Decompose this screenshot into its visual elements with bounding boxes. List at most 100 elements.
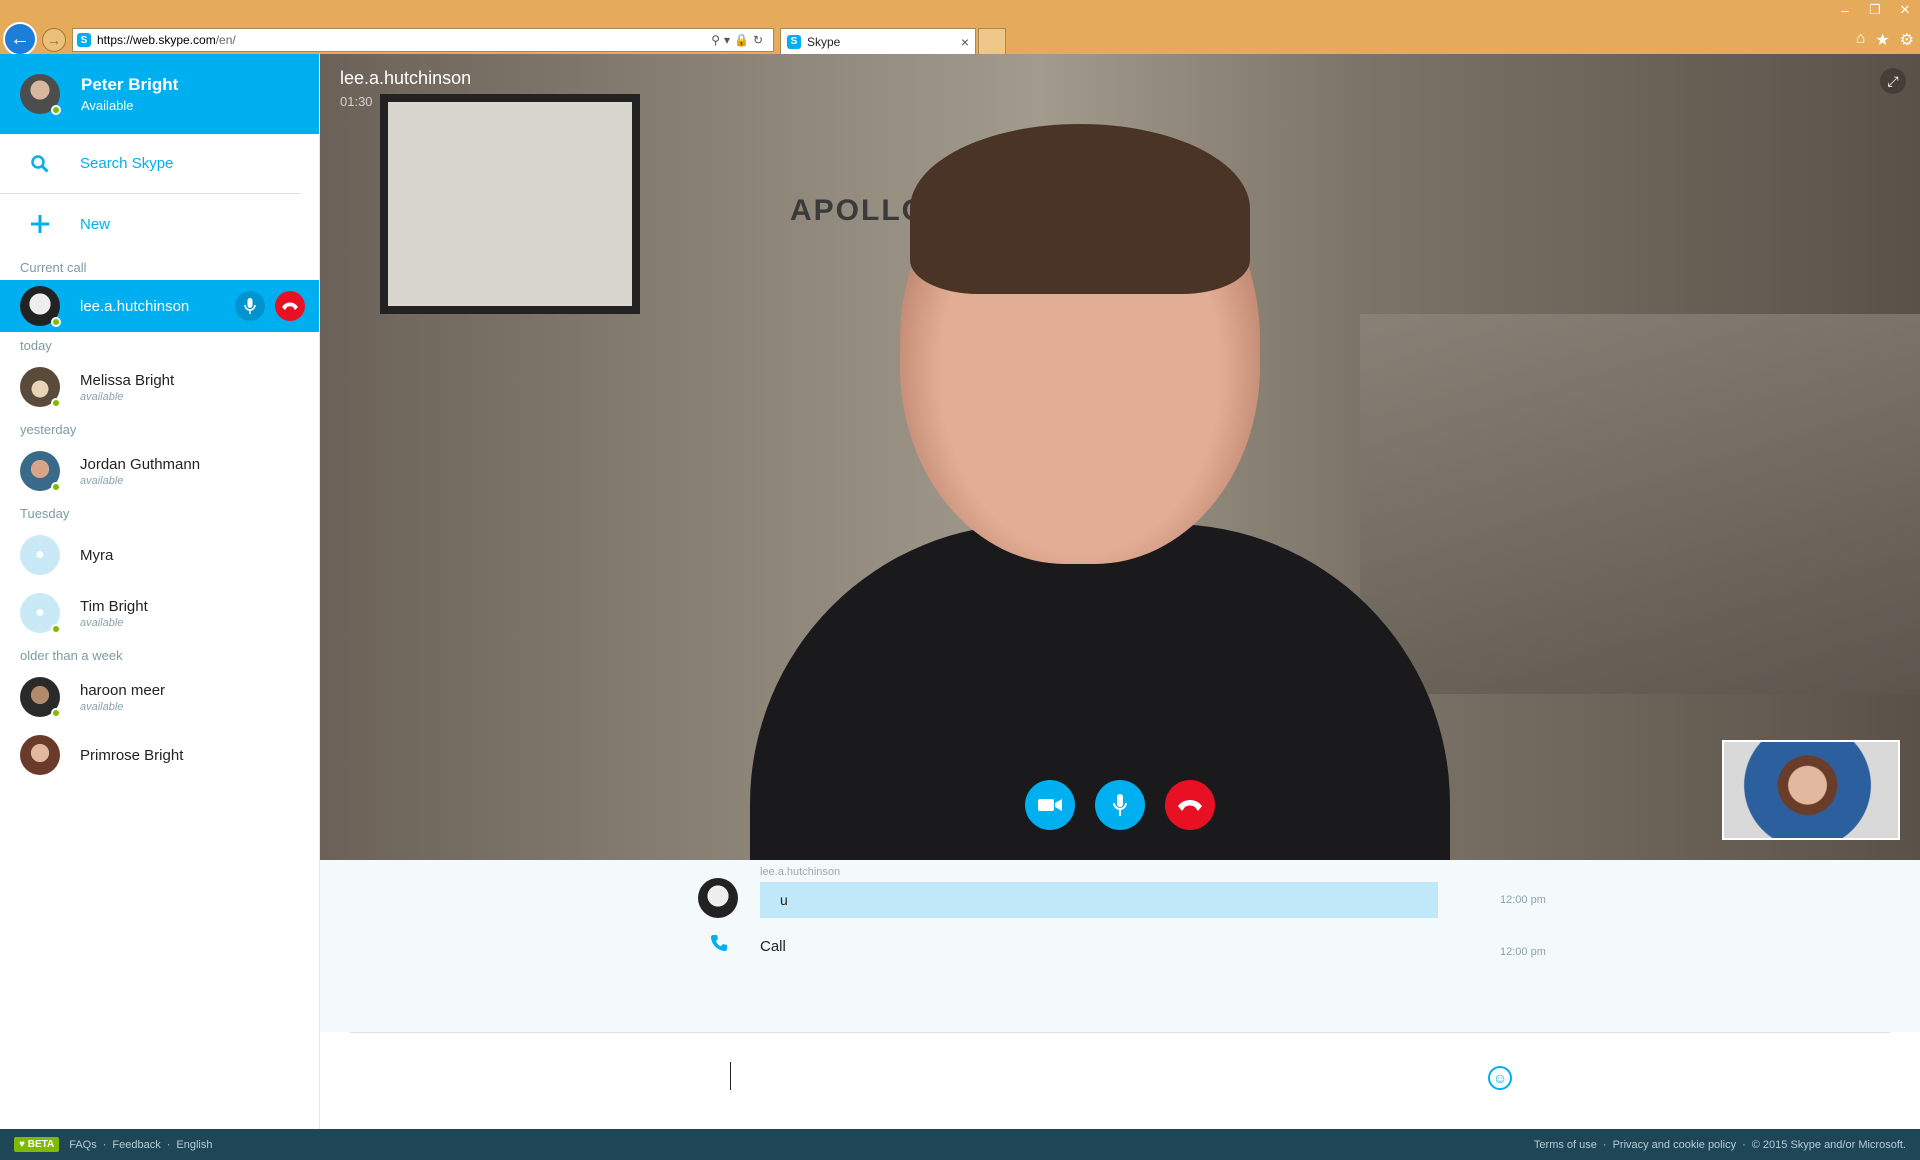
- new-tab-button[interactable]: [978, 28, 1006, 54]
- phone-hangup-icon: [1178, 800, 1202, 811]
- profile-status: Available: [81, 98, 134, 113]
- profile-name: Peter Bright: [81, 75, 179, 94]
- avatar: [20, 74, 61, 115]
- favorites-star-icon[interactable]: ★: [1875, 30, 1889, 50]
- call-event-time: 12:00 pm: [1500, 946, 1546, 958]
- contact-status: available: [80, 474, 124, 487]
- contact-item-primrose-bright[interactable]: Primrose Bright: [0, 726, 319, 784]
- contact-item-myra[interactable]: ● Myra: [0, 526, 319, 584]
- browser-toolbar: ← → S https://web.skype.com/en/ ⚲▾🔒↻ S S…: [0, 0, 1920, 56]
- online-status-icon: [51, 482, 61, 492]
- feedback-link[interactable]: Feedback: [112, 1139, 160, 1151]
- group-label-older: older than a week: [20, 647, 123, 663]
- message-composer: ☺: [320, 1032, 1920, 1129]
- online-status-icon: [51, 398, 61, 408]
- end-call-button[interactable]: [1165, 780, 1215, 830]
- avatar: [20, 367, 61, 408]
- footer: ♥ BETA FAQs · Feedback · English Terms o…: [0, 1129, 1920, 1160]
- toggle-video-button[interactable]: [1025, 780, 1075, 830]
- phone-icon: [710, 934, 728, 958]
- address-bar[interactable]: S https://web.skype.com/en/ ⚲▾🔒↻: [72, 28, 774, 52]
- avatar: [20, 735, 60, 775]
- online-status-icon: [51, 317, 61, 327]
- wall-poster: [380, 94, 640, 314]
- conversation-history: lee.a.hutchinson u 12:00 pm Call 12:00 p…: [320, 860, 1920, 1032]
- phone-hangup-icon: [282, 302, 298, 310]
- online-status-icon: [51, 105, 61, 115]
- plus-icon: [30, 215, 50, 233]
- copyright-text: © 2015 Skype and/or Microsoft.: [1751, 1138, 1906, 1151]
- search-icon: [30, 154, 50, 173]
- avatar: [20, 451, 61, 492]
- mute-microphone-button[interactable]: [235, 291, 265, 321]
- browser-tab[interactable]: S Skype ×: [780, 28, 976, 54]
- avatar: [698, 878, 738, 918]
- video-camera-icon: [1038, 799, 1062, 811]
- group-label-current-call: Current call: [20, 259, 87, 275]
- language-link[interactable]: English: [176, 1139, 212, 1151]
- skype-favicon-icon: S: [77, 33, 91, 47]
- online-status-icon: [51, 708, 61, 718]
- microphone-icon: [244, 298, 256, 314]
- message-input[interactable]: [730, 1062, 1510, 1090]
- profile-header[interactable]: Peter Bright Available: [0, 54, 319, 134]
- current-call-name: lee.a.hutchinson: [80, 297, 190, 315]
- self-video-preview[interactable]: [1722, 740, 1900, 840]
- close-window-icon[interactable]: ✕: [1890, 0, 1920, 20]
- separator: ·: [166, 1138, 171, 1151]
- message-time: 12:00 pm: [1500, 894, 1546, 906]
- home-icon[interactable]: ⌂: [1856, 30, 1866, 50]
- separator: ·: [102, 1138, 107, 1151]
- browser-icons: ⌂ ★ ⚙: [1856, 30, 1914, 50]
- person-hair: [910, 124, 1250, 294]
- minimize-icon[interactable]: –: [1830, 0, 1860, 20]
- end-call-button[interactable]: [275, 291, 305, 321]
- footer-legal: Terms of use · Privacy and cookie policy…: [1534, 1139, 1906, 1151]
- contact-item-jordan-guthmann[interactable]: Jordan Guthmann available: [0, 442, 319, 500]
- divider: [350, 1032, 1890, 1033]
- avatar: [20, 677, 61, 718]
- contact-item-haroon-meer[interactable]: haroon meer available: [0, 668, 319, 726]
- contact-name: Tim Bright: [80, 597, 148, 615]
- default-avatar-icon: ●: [20, 593, 61, 634]
- contact-item-tim-bright[interactable]: ● Tim Bright available: [0, 584, 319, 642]
- separator: ·: [1742, 1138, 1746, 1151]
- call-area: APOLLO lee.a.hutchinson 01:30 ⤢ lee.a.hu…: [320, 54, 1920, 1129]
- toggle-microphone-button[interactable]: [1095, 780, 1145, 830]
- restore-icon[interactable]: ❐: [1860, 0, 1890, 20]
- microphone-icon: [1113, 794, 1127, 816]
- current-call-item[interactable]: lee.a.hutchinson: [0, 280, 319, 332]
- close-tab-icon[interactable]: ×: [961, 34, 969, 50]
- address-tools-icon[interactable]: ⚲▾🔒↻: [711, 33, 767, 47]
- expand-icon[interactable]: ⤢: [1880, 68, 1906, 94]
- terms-link[interactable]: Terms of use: [1534, 1139, 1597, 1151]
- contact-status: available: [80, 700, 124, 713]
- apollo-poster-text: APOLLO: [790, 194, 927, 227]
- smiley-icon[interactable]: ☺: [1488, 1066, 1512, 1090]
- group-label-yesterday: yesterday: [20, 421, 77, 437]
- contact-status: available: [80, 616, 124, 629]
- background-shelf: [1360, 314, 1920, 694]
- forward-arrow-icon[interactable]: →: [42, 28, 66, 52]
- call-duration: 01:30: [340, 94, 373, 109]
- group-label-today: today: [20, 337, 52, 353]
- avatar: [20, 286, 61, 327]
- tab-title: Skype: [807, 34, 841, 49]
- contact-name: haroon meer: [80, 681, 166, 699]
- contact-name: Primrose Bright: [80, 746, 184, 764]
- contact-item-melissa-bright[interactable]: Melissa Bright available: [0, 358, 319, 416]
- group-label-tuesday: Tuesday: [20, 505, 70, 521]
- settings-gear-icon[interactable]: ⚙: [1900, 30, 1914, 50]
- new-button[interactable]: New: [0, 194, 319, 254]
- new-label: New: [80, 215, 111, 233]
- search-skype-button[interactable]: Search Skype: [0, 134, 301, 194]
- separator: ·: [1602, 1138, 1607, 1151]
- privacy-link[interactable]: Privacy and cookie policy: [1613, 1139, 1737, 1151]
- window-controls: – ❐ ✕: [1830, 0, 1920, 20]
- call-event-label: Call: [760, 938, 786, 955]
- message-author: lee.a.hutchinson: [760, 866, 841, 878]
- skype-favicon-icon: S: [787, 34, 801, 49]
- faqs-link[interactable]: FAQs: [69, 1139, 97, 1151]
- contact-status: available: [80, 390, 124, 403]
- back-arrow-icon[interactable]: ←: [3, 22, 37, 56]
